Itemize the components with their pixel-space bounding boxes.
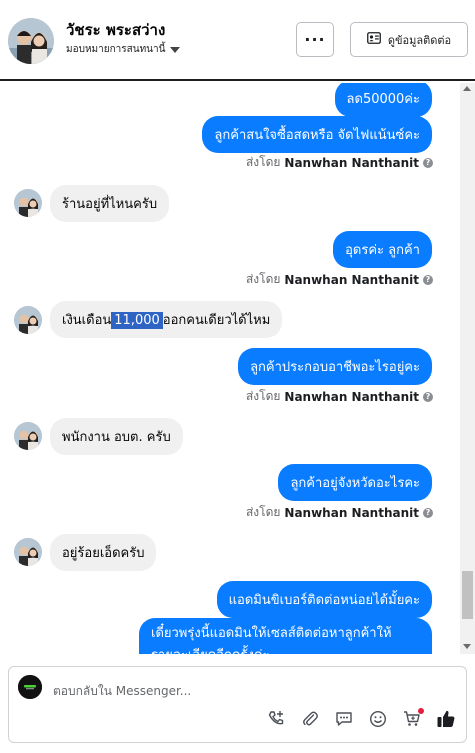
scroll-up-arrow-icon[interactable]: [463, 86, 471, 91]
reply-input[interactable]: ตอบกลับใน Messenger...: [53, 682, 191, 701]
view-contact-label: ดูข้อมูลติดต่อ: [387, 33, 452, 47]
assign-conversation-dropdown[interactable]: มอบหมายการสนทนานี้: [66, 42, 181, 57]
outgoing-message[interactable]: อุดรค่ะ ลูกค้า: [333, 231, 432, 268]
sent-by-label: ส่งโดย Nanwhan Nanthanit ?: [246, 153, 433, 172]
incoming-message[interactable]: พนักงาน อบต. ครับ: [50, 418, 183, 455]
highlighted-text[interactable]: 11,000: [111, 312, 163, 329]
sent-by-agent[interactable]: Nanwhan Nanthanit: [284, 273, 419, 287]
customer-avatar-small[interactable]: [14, 189, 42, 217]
sent-by-prefix: ส่งโดย: [245, 272, 281, 286]
info-icon[interactable]: ?: [423, 274, 433, 285]
customer-name[interactable]: วัชระ พระสว่าง: [66, 18, 165, 42]
reply-composer: ตอบกลับใน Messenger...: [8, 666, 467, 743]
message-line: เดี๋ยวพรุ่งนี้แอดมินให้เซลส์ติดต่อหาลูกค…: [151, 626, 392, 641]
sent-by-label: ส่งโดย Nanwhan Nanthanit ?: [246, 270, 433, 289]
outgoing-message[interactable]: ลูกค้าประกอบอาชีพอะไรอยู่คะ: [238, 348, 432, 385]
outgoing-message[interactable]: ลด50000ค่ะ: [334, 83, 432, 117]
message-thread[interactable]: ลด50000ค่ะ ลูกค้าสนใจซื้อสดหรือ จัดไฟแน้…: [0, 83, 460, 654]
like-icon[interactable]: [436, 709, 456, 729]
notification-dot: [418, 708, 424, 714]
message-text: ออกคนเดียวได้ไหม: [162, 313, 271, 328]
messenger-conversation: วัชระ พระสว่าง มอบหมายการสนทนานี้ ··· ดู…: [0, 0, 475, 753]
incoming-message[interactable]: เงินเดือน 11,000 ออกคนเดียวได้ไหม: [50, 301, 283, 338]
scroll-down-arrow-icon[interactable]: [463, 644, 471, 649]
saved-reply-icon[interactable]: [334, 709, 354, 729]
contact-card-icon: [366, 32, 381, 47]
caret-down-icon: [170, 46, 181, 53]
outgoing-message[interactable]: เดี๋ยวพรุ่งนี้แอดมินให้เซลส์ติดต่อหาลูกค…: [139, 618, 432, 654]
sent-by-prefix: ส่งโดย: [245, 389, 281, 403]
outgoing-message[interactable]: ลูกค้าสนใจซื้อสดหรือ จัดไฟแน้นซ์คะ: [202, 116, 432, 153]
outgoing-message[interactable]: ลูกค้าอยู่จังหวัดอะไรคะ: [278, 464, 432, 501]
sent-by-agent[interactable]: Nanwhan Nanthanit: [284, 506, 419, 520]
sent-by-agent[interactable]: Nanwhan Nanthanit: [284, 156, 419, 170]
info-icon[interactable]: ?: [423, 391, 433, 402]
sent-by-prefix: ส่งโดย: [245, 155, 281, 169]
info-icon[interactable]: ?: [423, 507, 433, 518]
view-contact-button[interactable]: ดูข้อมูลติดต่อ: [350, 22, 468, 57]
sent-by-prefix: ส่งโดย: [245, 505, 281, 519]
sent-by-label: ส่งโดย Nanwhan Nanthanit ?: [246, 503, 433, 522]
more-button[interactable]: ···: [296, 22, 334, 57]
scrollbar-thumb[interactable]: [462, 571, 473, 619]
cart-icon[interactable]: [402, 708, 424, 729]
incoming-message[interactable]: ร้านอยู่ที่ไหนครับ: [50, 185, 170, 222]
scrollbar-track[interactable]: [460, 83, 475, 654]
emoji-icon[interactable]: [368, 709, 388, 729]
incoming-message[interactable]: อยู่ร้อยเอ็ดครับ: [50, 534, 157, 571]
customer-avatar-small[interactable]: [14, 538, 42, 566]
outgoing-message[interactable]: แอดมินขิเบอร์ติดต่อหน่อยได้มั้ยคะ: [216, 581, 432, 618]
add-call-icon[interactable]: [266, 709, 286, 729]
customer-avatar-small[interactable]: [14, 422, 42, 450]
customer-avatar[interactable]: [8, 18, 54, 64]
conversation-header: วัชระ พระสว่าง มอบหมายการสนทนานี้ ··· ดู…: [0, 0, 475, 81]
more-icon: ···: [304, 30, 326, 49]
customer-avatar-small[interactable]: [14, 306, 42, 334]
message-line: รายละเอียดอีกครั้งค่ะ: [151, 645, 420, 654]
assign-label: มอบหมายการสนทนานี้: [66, 44, 166, 55]
page-logo: [18, 675, 42, 699]
sent-by-label: ส่งโดย Nanwhan Nanthanit ?: [246, 387, 433, 406]
sent-by-agent[interactable]: Nanwhan Nanthanit: [284, 390, 419, 404]
attach-icon[interactable]: [300, 709, 320, 729]
info-icon[interactable]: ?: [423, 157, 433, 168]
composer-toolbar: [266, 708, 456, 729]
message-text: เงินเดือน: [62, 313, 112, 328]
